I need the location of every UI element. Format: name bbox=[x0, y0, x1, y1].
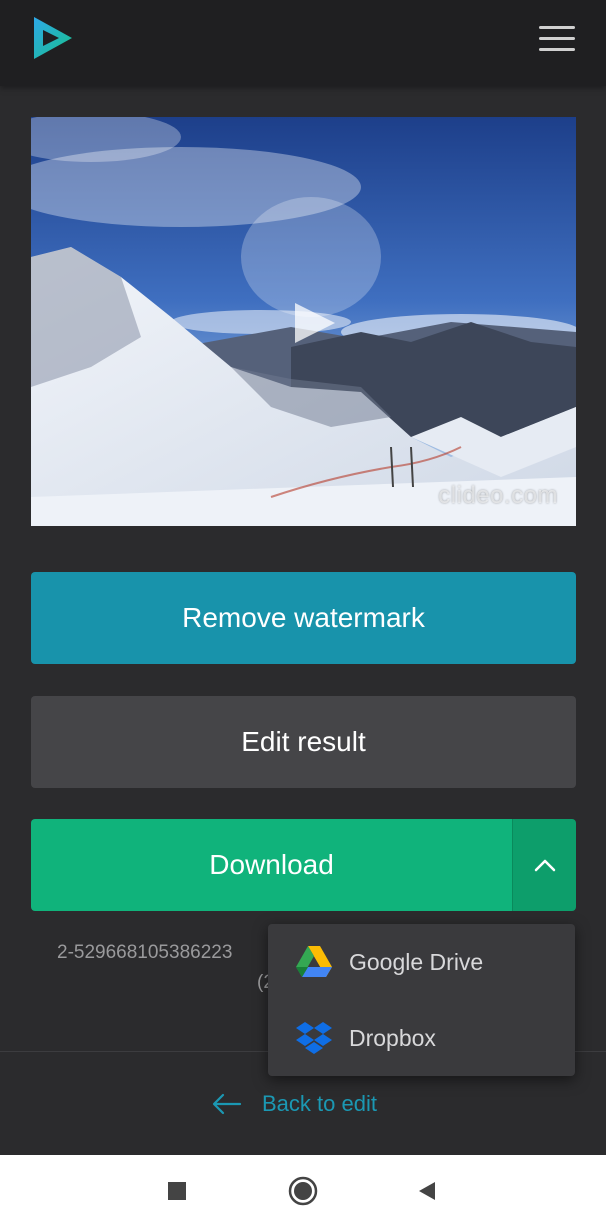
triangle-back-icon[interactable] bbox=[411, 1175, 443, 1207]
download-destination-menu: Google Drive Dropbox bbox=[268, 924, 575, 1076]
back-to-edit-label: Back to edit bbox=[262, 1091, 377, 1116]
edit-result-button[interactable]: Edit result bbox=[31, 696, 576, 788]
video-preview[interactable]: clideo.com bbox=[31, 117, 576, 526]
menu-item-google-drive[interactable]: Google Drive bbox=[268, 924, 575, 1000]
arrow-left-icon bbox=[212, 1093, 242, 1115]
download-options-toggle[interactable] bbox=[512, 819, 576, 911]
remove-watermark-button[interactable]: Remove watermark bbox=[31, 572, 576, 664]
dropbox-icon bbox=[296, 1022, 332, 1054]
play-icon[interactable] bbox=[291, 301, 341, 345]
chevron-up-icon bbox=[534, 859, 555, 872]
hamburger-menu-icon[interactable] bbox=[537, 25, 577, 53]
system-navigation-bar bbox=[0, 1155, 606, 1228]
google-drive-icon bbox=[296, 946, 332, 977]
menu-item-label: Dropbox bbox=[349, 1024, 436, 1051]
header-bar bbox=[0, 0, 606, 86]
square-icon[interactable] bbox=[161, 1175, 193, 1207]
menu-item-dropbox[interactable]: Dropbox bbox=[268, 1000, 575, 1076]
menu-item-label: Google Drive bbox=[349, 948, 484, 975]
app-screen: clideo.com Remove watermark Edit result … bbox=[0, 0, 606, 1228]
clideo-logo-icon[interactable] bbox=[30, 14, 76, 62]
circle-home-icon[interactable] bbox=[287, 1175, 319, 1207]
watermark-text: clideo.com bbox=[438, 482, 558, 509]
download-button-group: Download bbox=[31, 819, 576, 911]
download-button[interactable]: Download bbox=[31, 819, 513, 911]
back-to-edit-link[interactable]: Back to edit bbox=[212, 1086, 377, 1122]
